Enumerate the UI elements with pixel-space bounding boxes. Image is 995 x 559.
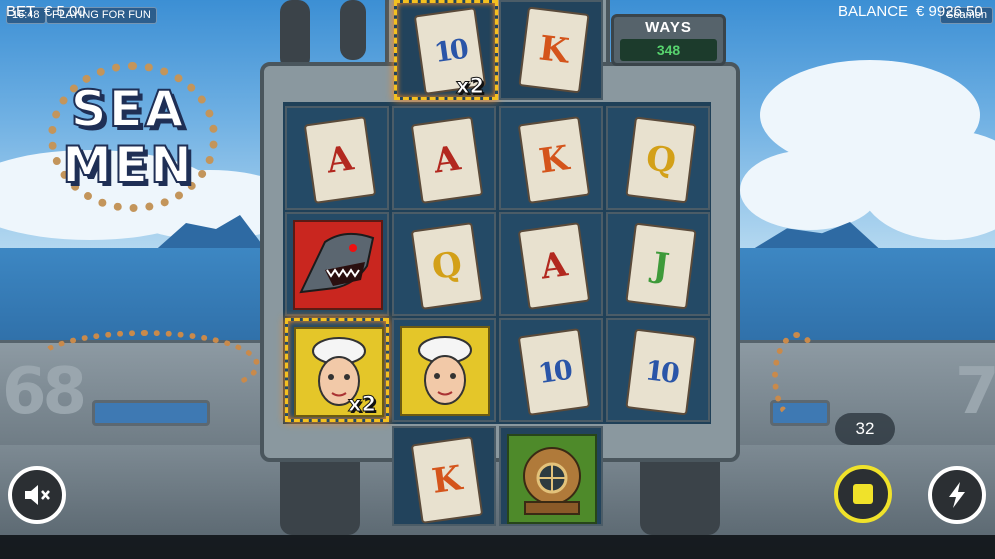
reel-cell: K bbox=[499, 106, 603, 210]
shark-icon bbox=[299, 232, 375, 294]
pipe bbox=[340, 0, 366, 60]
multiplier-label: x2 bbox=[347, 392, 377, 417]
bet-label: BET bbox=[6, 3, 36, 20]
reel-cell bbox=[392, 318, 496, 422]
reel-cell: A bbox=[285, 106, 389, 210]
turbo-button[interactable] bbox=[928, 466, 986, 524]
lightning-icon bbox=[949, 482, 965, 508]
reel-cell: Q bbox=[606, 106, 710, 210]
card-queen-symbol: Q bbox=[625, 116, 697, 204]
logo-text-sea: SEA bbox=[70, 79, 186, 139]
hull-number-right: 7 bbox=[955, 355, 995, 429]
card-ace-symbol: A bbox=[410, 116, 484, 204]
cloud bbox=[740, 150, 880, 230]
sailor-symbol bbox=[400, 326, 490, 416]
card-ten-symbol: 10 bbox=[517, 328, 591, 416]
card-jack-symbol: J bbox=[625, 222, 697, 310]
balance-value: € 9926.50 bbox=[916, 3, 983, 20]
stop-button[interactable] bbox=[834, 465, 892, 523]
sailor-icon bbox=[418, 336, 472, 405]
pipe bbox=[280, 450, 360, 535]
reel-cell: 10 bbox=[499, 318, 603, 422]
ways-label: WAYS bbox=[645, 19, 692, 36]
sound-button[interactable] bbox=[8, 466, 66, 524]
ways-value: 348 bbox=[620, 39, 717, 61]
rope-coil bbox=[772, 332, 822, 422]
reel-cell bbox=[499, 426, 603, 526]
multiplier-label: x2 bbox=[455, 74, 485, 99]
speaker-muted-icon bbox=[25, 485, 50, 505]
card-ace-symbol: A bbox=[517, 222, 591, 310]
logo-text-men: MEN bbox=[61, 135, 194, 195]
bet-value[interactable]: € 5.00 bbox=[44, 3, 86, 20]
autospin-count: 32 bbox=[835, 413, 895, 445]
reel-cell: 10 bbox=[606, 318, 710, 422]
reel-cell: K bbox=[499, 0, 603, 100]
card-queen-symbol: Q bbox=[410, 222, 484, 310]
reel-cell: A bbox=[499, 212, 603, 316]
card-ace-symbol: A bbox=[303, 116, 377, 204]
ways-counter: WAYS 348 bbox=[611, 14, 726, 66]
stop-icon bbox=[853, 484, 873, 504]
diver-helmet-symbol bbox=[507, 434, 597, 524]
card-king-symbol: K bbox=[410, 436, 484, 524]
shark-symbol bbox=[293, 220, 383, 310]
reel-cell: A bbox=[392, 106, 496, 210]
reel-cell: J bbox=[606, 212, 710, 316]
reel-cell: K bbox=[392, 426, 496, 526]
pipe bbox=[280, 0, 310, 70]
reel-cell bbox=[285, 212, 389, 316]
rope-coil bbox=[30, 330, 260, 400]
card-ten-symbol: 10 bbox=[625, 328, 697, 416]
pipe bbox=[640, 450, 720, 535]
reel-cell: Q bbox=[392, 212, 496, 316]
game-logo: SEA MEN bbox=[38, 62, 218, 212]
diver-helmet-icon bbox=[523, 447, 581, 515]
card-king-symbol: K bbox=[518, 6, 590, 94]
card-king-symbol: K bbox=[517, 116, 591, 204]
status-bar bbox=[0, 535, 995, 559]
balance-label: BALANCE bbox=[838, 3, 909, 20]
deck-slot bbox=[92, 400, 210, 426]
